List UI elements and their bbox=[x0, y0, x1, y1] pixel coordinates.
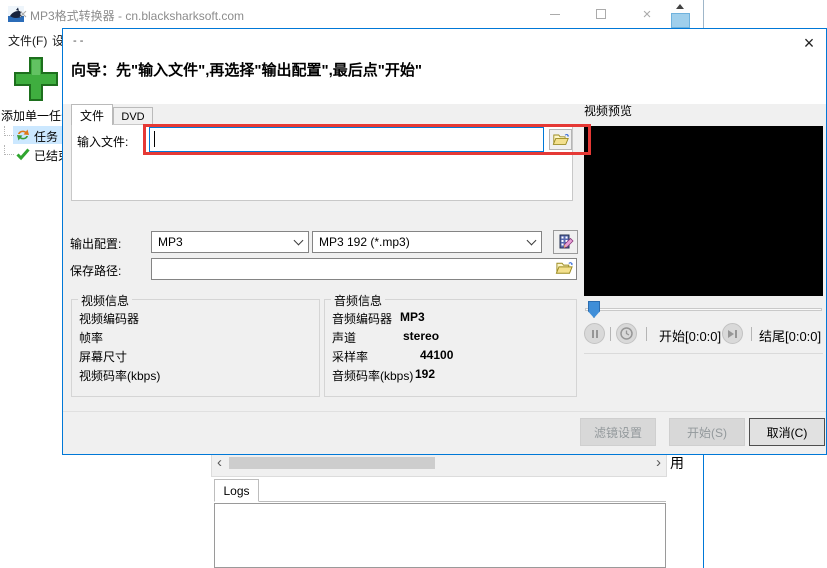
profile-dropdown[interactable]: MP3 192 (*.mp3) bbox=[312, 231, 542, 253]
audio-info-label: 声道 bbox=[332, 329, 356, 346]
vertical-scrollbar-fragment[interactable] bbox=[671, 0, 690, 28]
audio-info-value: 192 bbox=[415, 367, 435, 381]
sync-icon bbox=[15, 127, 31, 143]
window-right-edge bbox=[703, 0, 704, 28]
separator bbox=[646, 327, 647, 341]
video-info-title: 视频信息 bbox=[78, 292, 132, 309]
cancel-button[interactable]: 取消(C) bbox=[749, 418, 825, 446]
tree-connector bbox=[4, 145, 14, 155]
text-caret bbox=[154, 131, 155, 147]
panel-blue-border bbox=[703, 455, 704, 568]
log-output-box[interactable] bbox=[214, 503, 666, 568]
right-text-fragment: 用 bbox=[670, 453, 684, 473]
tab-file[interactable]: 文件 bbox=[71, 104, 113, 125]
screen: MP3格式转换器 - cn.blacksharksoft.com × × 文件(… bbox=[0, 0, 827, 568]
trackbar-channel bbox=[585, 308, 822, 311]
close-button[interactable]: × bbox=[0, 0, 46, 28]
video-info-group: 视频信息 视频编码器 帧率 屏幕尺寸 视频码率(kbps) bbox=[71, 299, 320, 397]
format-dropdown[interactable]: MP3 bbox=[151, 231, 309, 253]
browse-save-path-button[interactable] bbox=[555, 260, 575, 277]
audio-info-value: stereo bbox=[403, 329, 439, 343]
video-info-row: 帧率 bbox=[79, 329, 103, 346]
pause-button[interactable] bbox=[584, 323, 605, 344]
pause-icon bbox=[592, 330, 594, 338]
horizontal-scrollbar-thumb[interactable] bbox=[229, 457, 435, 469]
chevron-down-icon bbox=[527, 235, 537, 245]
dialog-title: - - bbox=[73, 35, 83, 47]
input-file-label: 输入文件: bbox=[77, 133, 128, 150]
tree-item-tasks[interactable]: 任务 bbox=[34, 128, 58, 145]
menu-file[interactable]: 文件(F) bbox=[8, 32, 47, 49]
scroll-left-icon[interactable]: ‹ bbox=[217, 454, 222, 472]
play-preview-button[interactable] bbox=[616, 323, 637, 344]
format-dropdown-value: MP3 bbox=[158, 235, 183, 249]
separator bbox=[751, 327, 752, 341]
audio-info-label: 音频编码器 bbox=[332, 310, 392, 327]
minimize-button[interactable] bbox=[532, 0, 578, 28]
separator bbox=[610, 327, 611, 341]
preview-divider bbox=[584, 353, 823, 354]
tree-connector bbox=[4, 126, 14, 136]
start-button[interactable]: 开始(S) bbox=[669, 418, 745, 446]
scroll-up-icon[interactable] bbox=[676, 4, 684, 9]
wizard-text: 向导：先"输入文件",再选择"输出配置",最后点"开始" bbox=[71, 59, 422, 80]
close-icon: × bbox=[643, 7, 652, 22]
trackbar-thumb[interactable] bbox=[588, 301, 600, 318]
input-file-fieldwrap bbox=[149, 127, 544, 152]
close-button-hit[interactable]: × bbox=[624, 0, 670, 28]
maximize-icon bbox=[596, 9, 606, 19]
edit-profile-icon bbox=[557, 234, 574, 251]
open-folder-icon bbox=[552, 132, 570, 147]
edit-profile-button[interactable] bbox=[553, 230, 578, 254]
window-title: MP3格式转换器 - cn.blacksharksoft.com bbox=[30, 7, 244, 24]
tab-logs[interactable]: Logs bbox=[214, 479, 259, 502]
next-frame-icon bbox=[727, 329, 738, 339]
add-plus-icon bbox=[12, 55, 60, 103]
audio-info-value: 44100 bbox=[420, 348, 453, 362]
video-info-row: 视频编码器 bbox=[79, 310, 139, 327]
vertical-scrollbar-thumb[interactable] bbox=[671, 13, 690, 28]
start-time-text: 开始[0:0:0] bbox=[659, 326, 721, 345]
chevron-down-icon bbox=[294, 235, 304, 245]
filter-settings-button[interactable]: 滤镜设置 bbox=[580, 418, 656, 446]
clock-icon bbox=[620, 327, 633, 340]
audio-info-title: 音频信息 bbox=[331, 292, 385, 309]
video-info-row: 视频码率(kbps) bbox=[79, 367, 160, 384]
pause-icon bbox=[596, 330, 598, 338]
open-folder-icon bbox=[555, 260, 574, 276]
preview-title: 视频预览 bbox=[584, 102, 632, 119]
save-path-field[interactable] bbox=[152, 259, 576, 279]
audio-info-value: MP3 bbox=[400, 310, 425, 324]
audio-info-label: 音频码率(kbps) bbox=[332, 367, 413, 384]
browse-input-file-button[interactable] bbox=[549, 129, 572, 150]
converter-dialog: - - × 向导：先"输入文件",再选择"输出配置",最后点"开始" 文件 DV… bbox=[62, 28, 827, 455]
footer-divider bbox=[63, 411, 826, 412]
tab-dvd[interactable]: DVD bbox=[113, 107, 153, 125]
audio-info-label: 采样率 bbox=[332, 348, 368, 365]
audio-info-group: 音频信息 音频编码器 MP3 声道 stereo 采样率 44100 音频码率(… bbox=[324, 299, 577, 397]
save-path-label: 保存路径: bbox=[70, 262, 121, 279]
input-file-field[interactable] bbox=[150, 128, 543, 151]
profile-dropdown-value: MP3 192 (*.mp3) bbox=[319, 235, 410, 249]
minimize-icon bbox=[550, 14, 560, 15]
seek-trackbar[interactable] bbox=[584, 301, 823, 318]
add-task-button[interactable] bbox=[12, 55, 60, 103]
video-preview-screen bbox=[584, 126, 823, 296]
end-time-text: 结尾[0:0:0] bbox=[759, 326, 821, 345]
close-icon: × bbox=[19, 7, 28, 22]
output-profile-label: 输出配置: bbox=[70, 235, 121, 252]
check-icon bbox=[15, 146, 31, 162]
dialog-close-icon: × bbox=[804, 34, 815, 52]
dialog-close-button[interactable]: × bbox=[796, 32, 822, 54]
scroll-right-icon[interactable]: › bbox=[656, 454, 661, 472]
save-path-fieldwrap bbox=[151, 258, 577, 280]
maximize-button[interactable] bbox=[578, 0, 624, 28]
video-info-row: 屏幕尺寸 bbox=[79, 348, 127, 365]
set-start-button[interactable] bbox=[722, 323, 743, 344]
logs-tab-baseline bbox=[214, 501, 666, 502]
